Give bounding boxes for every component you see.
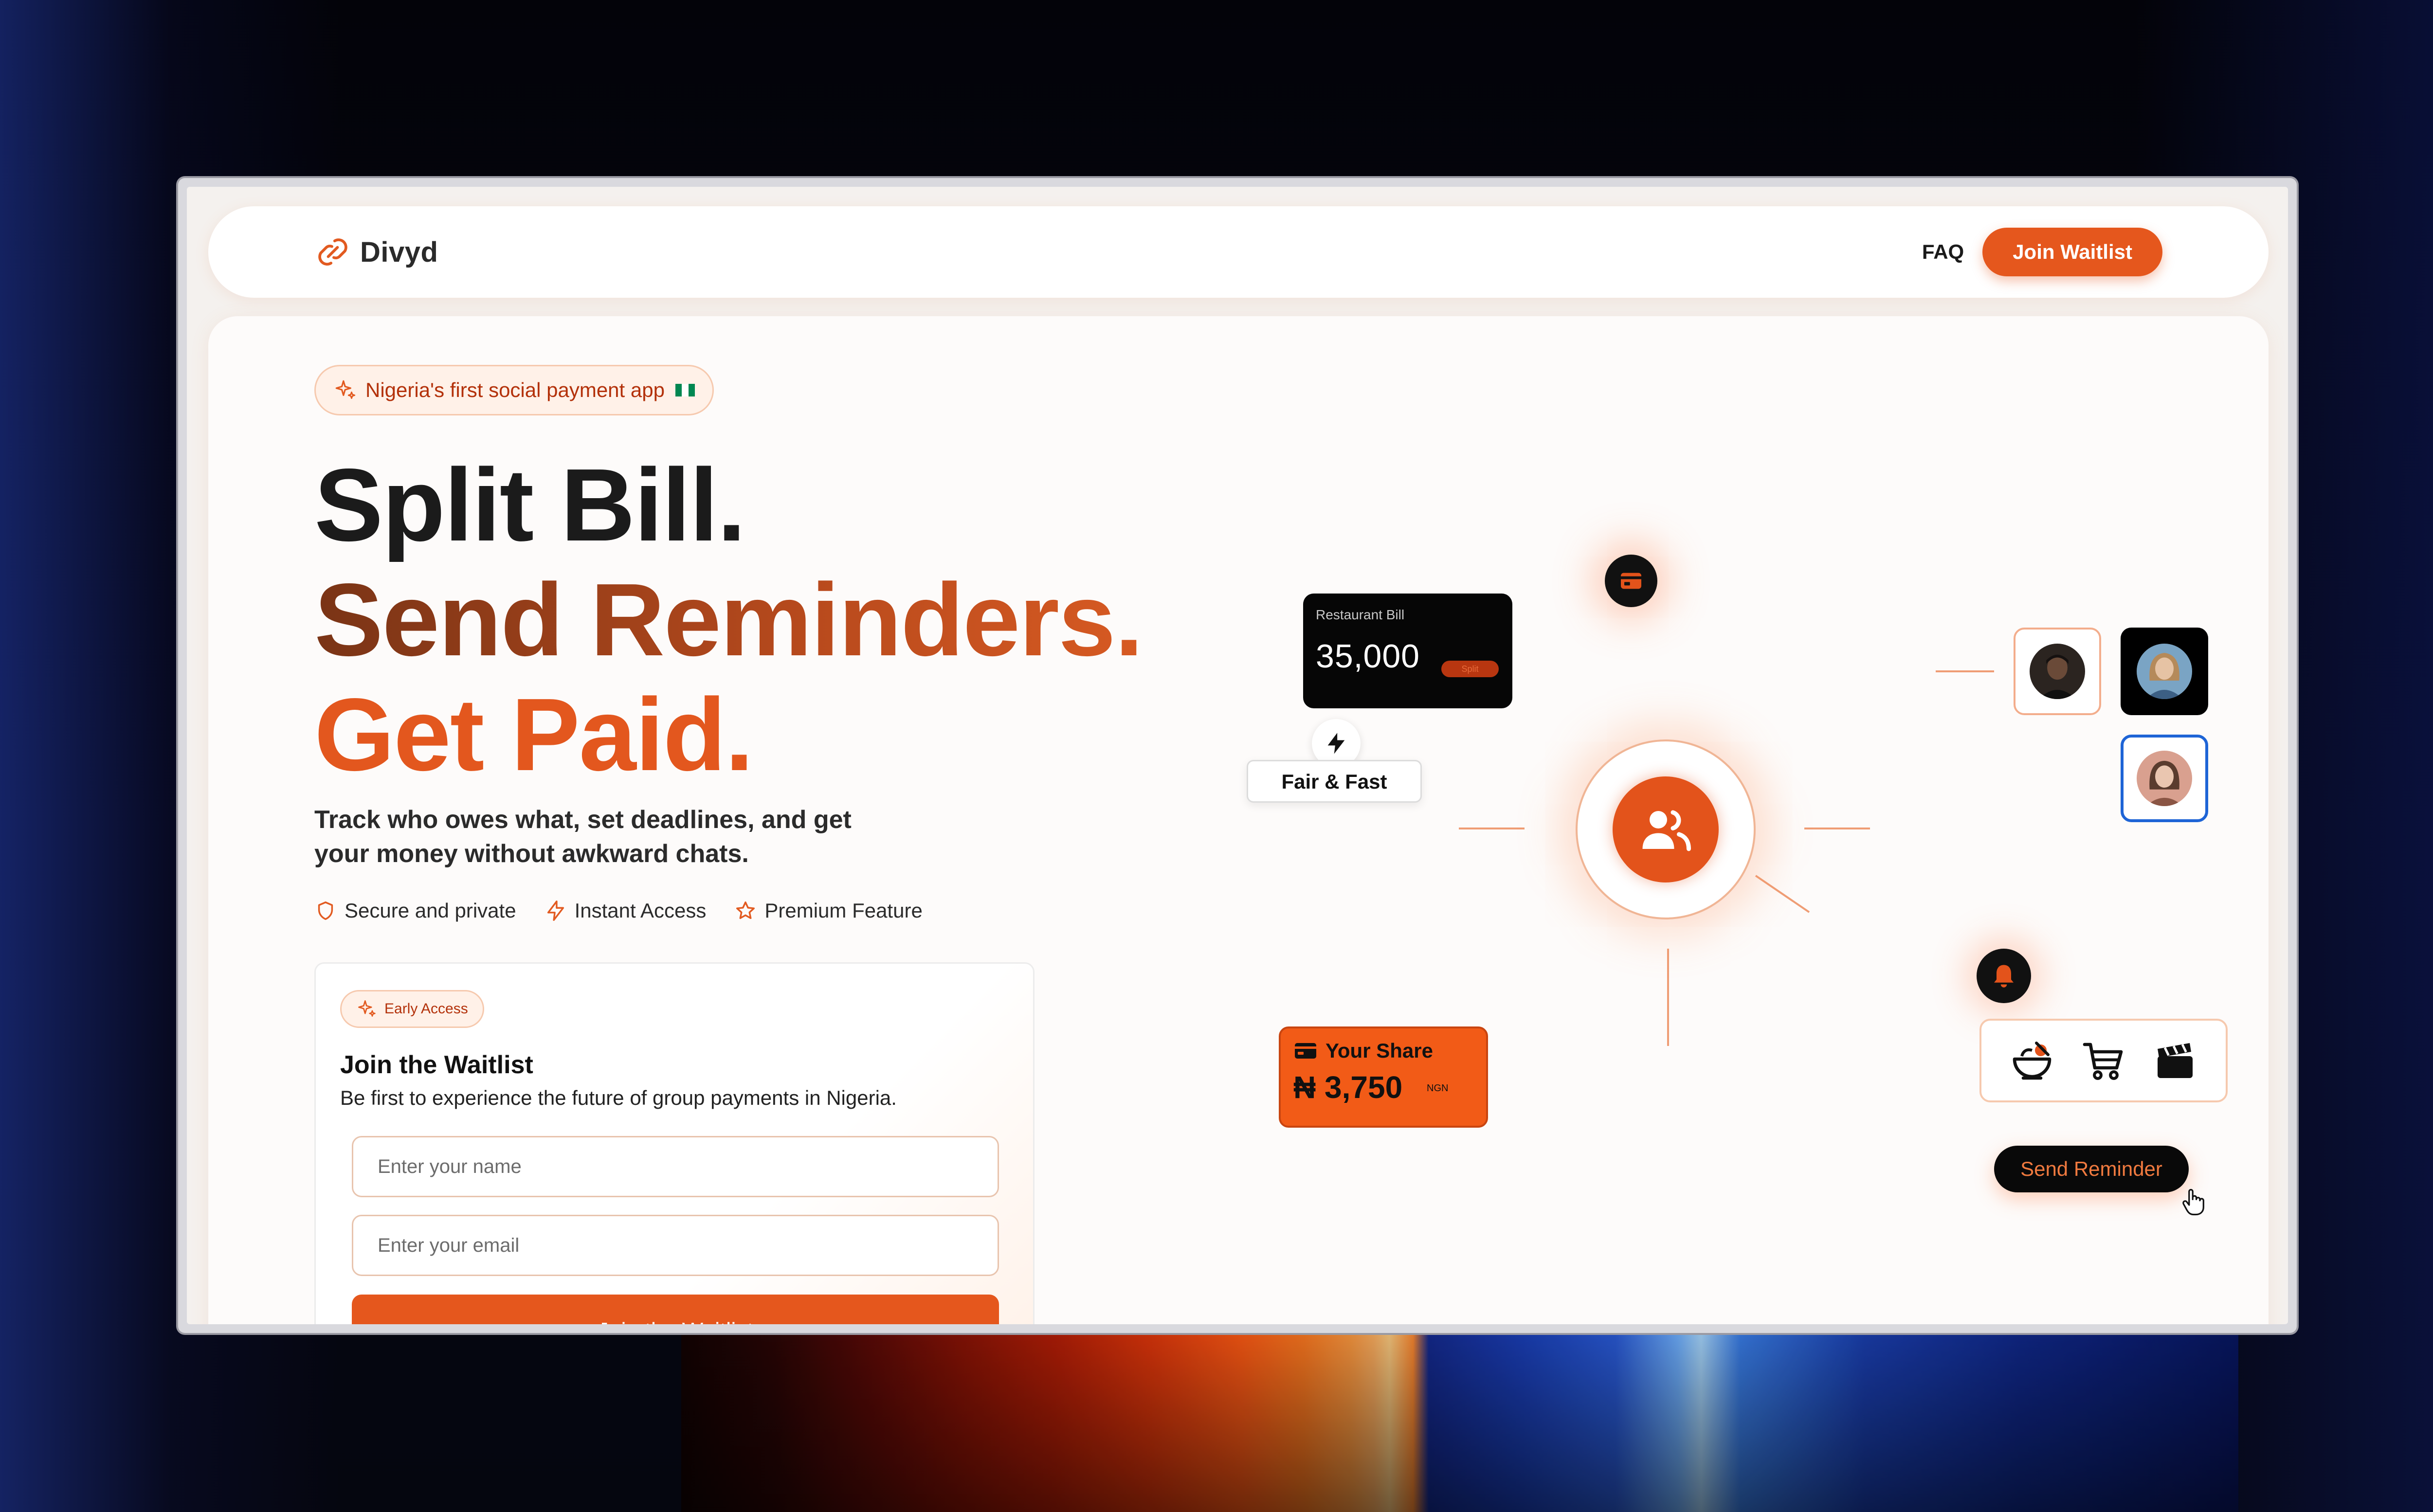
member-avatar: [2014, 628, 2101, 715]
feature-label: Secure and private: [345, 899, 516, 922]
headline-line-1: Split Bill.: [314, 447, 746, 562]
logo-link-icon: [318, 238, 347, 266]
feature-item: Instant Access: [545, 899, 707, 922]
early-access-badge: Early Access: [340, 990, 484, 1028]
browser-window: Divyd FAQ Join Waitlist Nigeria's first …: [178, 178, 2297, 1333]
notification-orb: [1977, 949, 2031, 1003]
bill-label: Restaurant Bill: [1316, 607, 1405, 622]
share-title-text: Your Share: [1325, 1039, 1433, 1062]
member-avatar: [2121, 628, 2208, 715]
headline-line-3: Get Paid.: [314, 677, 754, 792]
person-avatar-icon: [2137, 751, 2192, 806]
shield-icon: [318, 901, 333, 920]
share-title: Your Share: [1293, 1039, 1473, 1062]
waitlist-form-card: Early Access Join the Waitlist Be first …: [314, 962, 1035, 1324]
hand-cursor-icon: [2182, 1188, 2204, 1216]
food-bowl-icon: [2013, 1042, 2051, 1080]
send-reminder-button[interactable]: Send Reminder: [1994, 1146, 2189, 1192]
join-waitlist-submit-button[interactable]: Join the Waitlist: [352, 1295, 999, 1324]
headline-line-2: Send Reminders.: [314, 562, 1144, 677]
name-input[interactable]: [352, 1136, 999, 1197]
page-viewport: Divyd FAQ Join Waitlist Nigeria's first …: [187, 187, 2288, 1324]
avatar-photo: [2137, 751, 2192, 806]
feature-label: Premium Feature: [764, 899, 923, 922]
hero-badge: Nigeria's first social payment app: [314, 365, 714, 415]
nav-actions: FAQ Join Waitlist: [1922, 228, 2162, 276]
lightning-icon: [1327, 733, 1345, 754]
avatar-photo: [2137, 644, 2192, 699]
person-avatar-icon: [2030, 644, 2085, 699]
clapperboard-icon: [2158, 1043, 2193, 1078]
group-orb: [1613, 776, 1719, 882]
avatar-photo: [2030, 644, 2085, 699]
center-group-hub: [1576, 739, 1756, 919]
bell-icon: [1994, 965, 2014, 988]
hero-illustration: Restaurant Bill 35,000 Split Fair & Fast: [1247, 462, 2228, 1324]
waitlist-title: Join the Waitlist: [340, 1051, 533, 1079]
hero-section: Nigeria's first social payment app Split…: [208, 316, 2269, 1324]
nigeria-flag-icon: [675, 384, 695, 396]
email-input[interactable]: [352, 1215, 999, 1276]
group-users-icon: [1642, 810, 1691, 851]
split-tag: Split: [1441, 661, 1499, 677]
feature-list: Secure and private Instant Access Premiu…: [314, 899, 923, 922]
your-share-card: Your Share ₦ 3,750 NGN: [1279, 1026, 1488, 1128]
fair-and-fast-label: Fair & Fast: [1247, 760, 1422, 803]
sparkle-icon: [358, 1000, 376, 1017]
join-waitlist-button[interactable]: Join Waitlist: [1982, 228, 2162, 276]
hero-headline: Split Bill. Send Reminders. Get Paid.: [314, 447, 1144, 792]
lightning-icon: [547, 900, 564, 921]
share-currency: NGN: [1427, 1083, 1449, 1094]
star-icon: [736, 901, 755, 919]
feature-item: Premium Feature: [734, 899, 923, 922]
expense-categories: [1979, 1019, 2228, 1102]
wallet-icon: [1295, 1043, 1316, 1059]
feature-item: Secure and private: [314, 899, 516, 922]
top-navbar: Divyd FAQ Join Waitlist: [208, 206, 2269, 298]
member-avatar-selected: [2121, 735, 2208, 822]
wallet-icon: [1621, 573, 1641, 589]
wallet-orb: [1605, 555, 1657, 607]
restaurant-bill-card: Restaurant Bill 35,000 Split: [1303, 594, 1512, 708]
logo-text: Divyd: [360, 236, 438, 268]
brand-logo[interactable]: Divyd: [314, 234, 438, 270]
hero-badge-text: Nigeria's first social payment app: [365, 378, 665, 401]
person-avatar-icon: [2137, 644, 2192, 699]
hero-subheading: Track who owes what, set deadlines, and …: [314, 806, 852, 868]
shopping-cart-icon: [2083, 1043, 2123, 1080]
faq-link[interactable]: FAQ: [1922, 240, 1964, 264]
sparkle-icon: [335, 380, 356, 399]
waitlist-description: Be first to experience the future of gro…: [340, 1086, 897, 1109]
early-access-text: Early Access: [384, 1001, 468, 1017]
feature-label: Instant Access: [574, 899, 707, 922]
background-color-stripes: [681, 1323, 2238, 1512]
